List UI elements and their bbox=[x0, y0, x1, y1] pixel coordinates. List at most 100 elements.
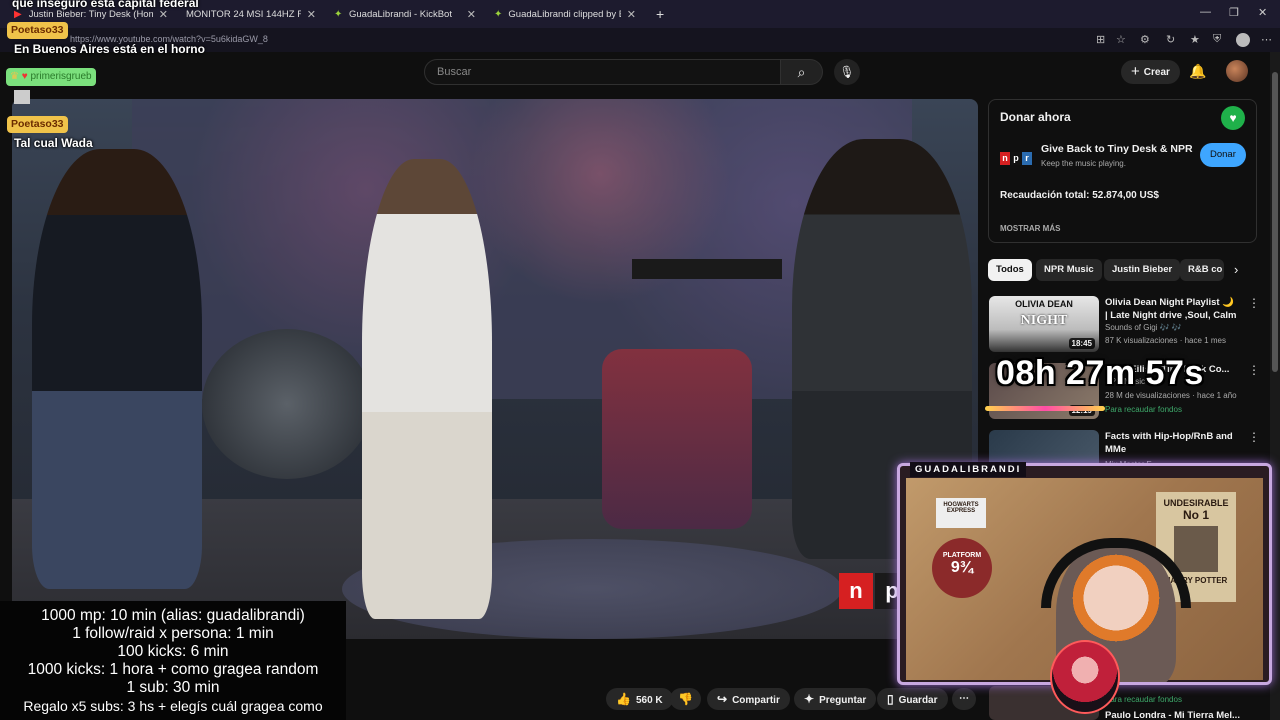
video-title[interactable]: Olivia Dean Night Playlist 🌙 | Late Nigh… bbox=[1105, 296, 1237, 322]
heart-icon: ♥ bbox=[21, 71, 28, 82]
tab-kick-clip[interactable]: ✦ GuadaLibrandi clipped by BarbaDe ✕ bbox=[486, 3, 644, 25]
show-more-link[interactable]: MOSTRAR MÁS bbox=[1000, 224, 1060, 233]
timer-progress-bar bbox=[985, 406, 1105, 411]
heart-icon: ♥ bbox=[1221, 106, 1245, 130]
donate-org-title: Give Back to Tiny Desk & NPR bbox=[1041, 143, 1193, 155]
rule-line: 1000 kicks: 1 hora + como gragea random bbox=[27, 661, 319, 678]
thumbs-down-icon: 👎 bbox=[678, 692, 693, 706]
close-icon[interactable]: ✕ bbox=[621, 8, 636, 21]
donate-button[interactable]: Donar bbox=[1200, 143, 1246, 167]
video-title[interactable]: Paulo Londra - Mi Tierra Mel... bbox=[1105, 710, 1240, 720]
save-button[interactable]: ▯ Guardar bbox=[877, 688, 948, 710]
chip-all[interactable]: Todos bbox=[988, 259, 1032, 281]
donate-title: Donar ahora bbox=[1000, 110, 1071, 124]
youtube-header: Buscar ⌕ 🎙 + Crear 🔔 bbox=[0, 52, 1280, 94]
voice-search-button[interactable]: 🎙 bbox=[834, 59, 860, 85]
chat-username: Poetaso33 bbox=[7, 116, 68, 133]
streamer-avatar bbox=[1050, 640, 1120, 714]
candle-table bbox=[602, 349, 752, 529]
rule-line: 1 sub: 30 min bbox=[126, 679, 220, 696]
fundraiser-label: Para recaudar fondos bbox=[1105, 405, 1182, 414]
create-button[interactable]: + Crear bbox=[1121, 60, 1180, 84]
maximize-icon[interactable]: ❐ bbox=[1229, 6, 1239, 19]
webcam-label: GUADALIBRANDI bbox=[910, 462, 1027, 477]
subathon-timer: 08h 27m 57s bbox=[996, 354, 1204, 392]
close-icon[interactable]: ✕ bbox=[301, 8, 316, 21]
more-vert-icon[interactable]: ⋮ bbox=[1248, 296, 1260, 310]
chat-message: que inseguro esta capital federal bbox=[12, 0, 199, 10]
donate-org-subtitle: Keep the music playing. bbox=[1041, 159, 1126, 168]
platform-sign: PLATFORM 9¾ bbox=[932, 538, 992, 598]
chat-avatar bbox=[14, 90, 30, 104]
extension-icon[interactable]: ⚙ bbox=[1140, 33, 1150, 46]
subathon-rules-panel: 1000 mp: 10 min (alias: guadalibrandi) 1… bbox=[0, 601, 346, 720]
video-title[interactable]: Facts with Hip-Hop/RnB and MMe bbox=[1105, 430, 1237, 456]
rule-line: 1 follow/raid x persona: 1 min bbox=[72, 625, 274, 642]
thumbs-up-icon: 👍 bbox=[616, 692, 631, 706]
profile-icon[interactable] bbox=[1236, 33, 1250, 47]
bell-icon[interactable]: 🔔 bbox=[1189, 63, 1206, 80]
sparkle-icon: ✦ bbox=[804, 692, 815, 706]
fundraiser-label: Para recaudar fondos bbox=[1105, 695, 1182, 704]
chip-rnb[interactable]: R&B co bbox=[1180, 259, 1224, 281]
youtube-icon: ▶ bbox=[14, 8, 22, 20]
rule-line: 1000 mp: 10 min (alias: guadalibrandi) bbox=[41, 607, 305, 624]
channel-name[interactable]: Sounds of Gigi 🎶 🎶 bbox=[1105, 323, 1182, 332]
new-tab-button[interactable]: + bbox=[648, 3, 668, 25]
chevron-right-icon[interactable]: › bbox=[1234, 262, 1238, 277]
window-close-icon[interactable]: ✕ bbox=[1258, 6, 1267, 19]
sync-icon[interactable]: ↻ bbox=[1166, 33, 1175, 46]
chip-justin-bieber[interactable]: Justin Bieber bbox=[1104, 259, 1181, 281]
search-button[interactable]: ⌕ bbox=[781, 59, 823, 85]
more-vert-icon[interactable]: ⋮ bbox=[1248, 363, 1260, 377]
chat-username: Poetaso33 bbox=[7, 22, 68, 39]
donate-panel: Donar ahora ♥ n p r Give Back to Tiny De… bbox=[988, 99, 1257, 243]
chip-npr-music[interactable]: NPR Music bbox=[1036, 259, 1102, 281]
screen: ▶ Justin Bieber: Tiny Desk (Hom ✕ MONITO… bbox=[0, 0, 1280, 720]
app-icon[interactable]: ⊞ bbox=[1096, 33, 1105, 46]
crown-icon: ♛ bbox=[10, 71, 19, 82]
search-input[interactable]: Buscar bbox=[424, 59, 781, 85]
bookmark-icon: ▯ bbox=[887, 692, 894, 706]
video-meta: 87 K visualizaciones · hace 1 mes bbox=[1105, 336, 1226, 345]
more-icon: ⋯ bbox=[959, 693, 969, 704]
recommendation-item[interactable]: OLIVIA DEAN NIGHT 18:45 Olivia Dean Nigh… bbox=[988, 296, 1260, 352]
chat-message: Tal cual Wada bbox=[14, 136, 93, 150]
scrollbar-thumb[interactable] bbox=[1272, 72, 1278, 372]
share-icon: ↪ bbox=[717, 692, 728, 706]
donate-total: Recaudación total: 52.874,00 US$ bbox=[1000, 190, 1159, 201]
more-vert-icon[interactable]: ⋮ bbox=[1248, 430, 1260, 444]
favorites-icon[interactable]: ★ bbox=[1190, 33, 1200, 46]
ask-button[interactable]: ✦ Preguntar bbox=[794, 688, 877, 710]
drum-kit bbox=[202, 329, 372, 479]
duration-badge: 18:45 bbox=[1068, 338, 1095, 349]
plus-icon: + bbox=[1131, 63, 1140, 80]
mic-icon: 🎙 bbox=[839, 65, 855, 79]
menu-icon[interactable]: ⋯ bbox=[1261, 33, 1272, 46]
singer bbox=[362, 159, 492, 619]
like-button[interactable]: 👍 560 K bbox=[606, 688, 673, 710]
star-icon[interactable]: ☆ bbox=[1116, 33, 1126, 46]
minimize-icon[interactable]: — bbox=[1200, 6, 1211, 18]
keyboard-instrument bbox=[632, 259, 782, 279]
video-thumbnail[interactable]: OLIVIA DEAN NIGHT 18:45 bbox=[989, 296, 1099, 352]
search-icon: ⌕ bbox=[797, 64, 806, 80]
bass-player bbox=[32, 149, 202, 589]
rule-line: 100 kicks: 6 min bbox=[117, 643, 229, 660]
more-actions-button[interactable]: ⋯ bbox=[952, 688, 976, 710]
kick-icon: ✦ bbox=[494, 8, 503, 20]
hogwarts-sign: HOGWARTS EXPRESS bbox=[936, 498, 986, 528]
close-icon[interactable]: ✕ bbox=[461, 8, 476, 21]
kick-icon: ✦ bbox=[334, 8, 343, 20]
avatar[interactable] bbox=[1226, 60, 1248, 82]
video-player[interactable]: n p bbox=[12, 99, 978, 639]
portrait bbox=[1174, 526, 1218, 572]
rule-line: Regalo x5 subs: 3 hs + elegís cuál grage… bbox=[23, 698, 323, 714]
tab-kickbot[interactable]: ✦ GuadaLibrandi - KickBot ✕ bbox=[326, 3, 484, 25]
npr-logo: n p r bbox=[1000, 152, 1032, 165]
shield-icon[interactable]: ⛨ bbox=[1213, 33, 1221, 46]
tab-monitor[interactable]: MONITOR 24 MSI 144HZ FULL HD ✕ bbox=[178, 3, 324, 25]
dislike-button[interactable]: 👎 bbox=[670, 688, 701, 710]
chat-username-badge: ♛ ♥ primerisgrueb bbox=[6, 68, 96, 86]
share-button[interactable]: ↪ Compartir bbox=[707, 688, 790, 710]
